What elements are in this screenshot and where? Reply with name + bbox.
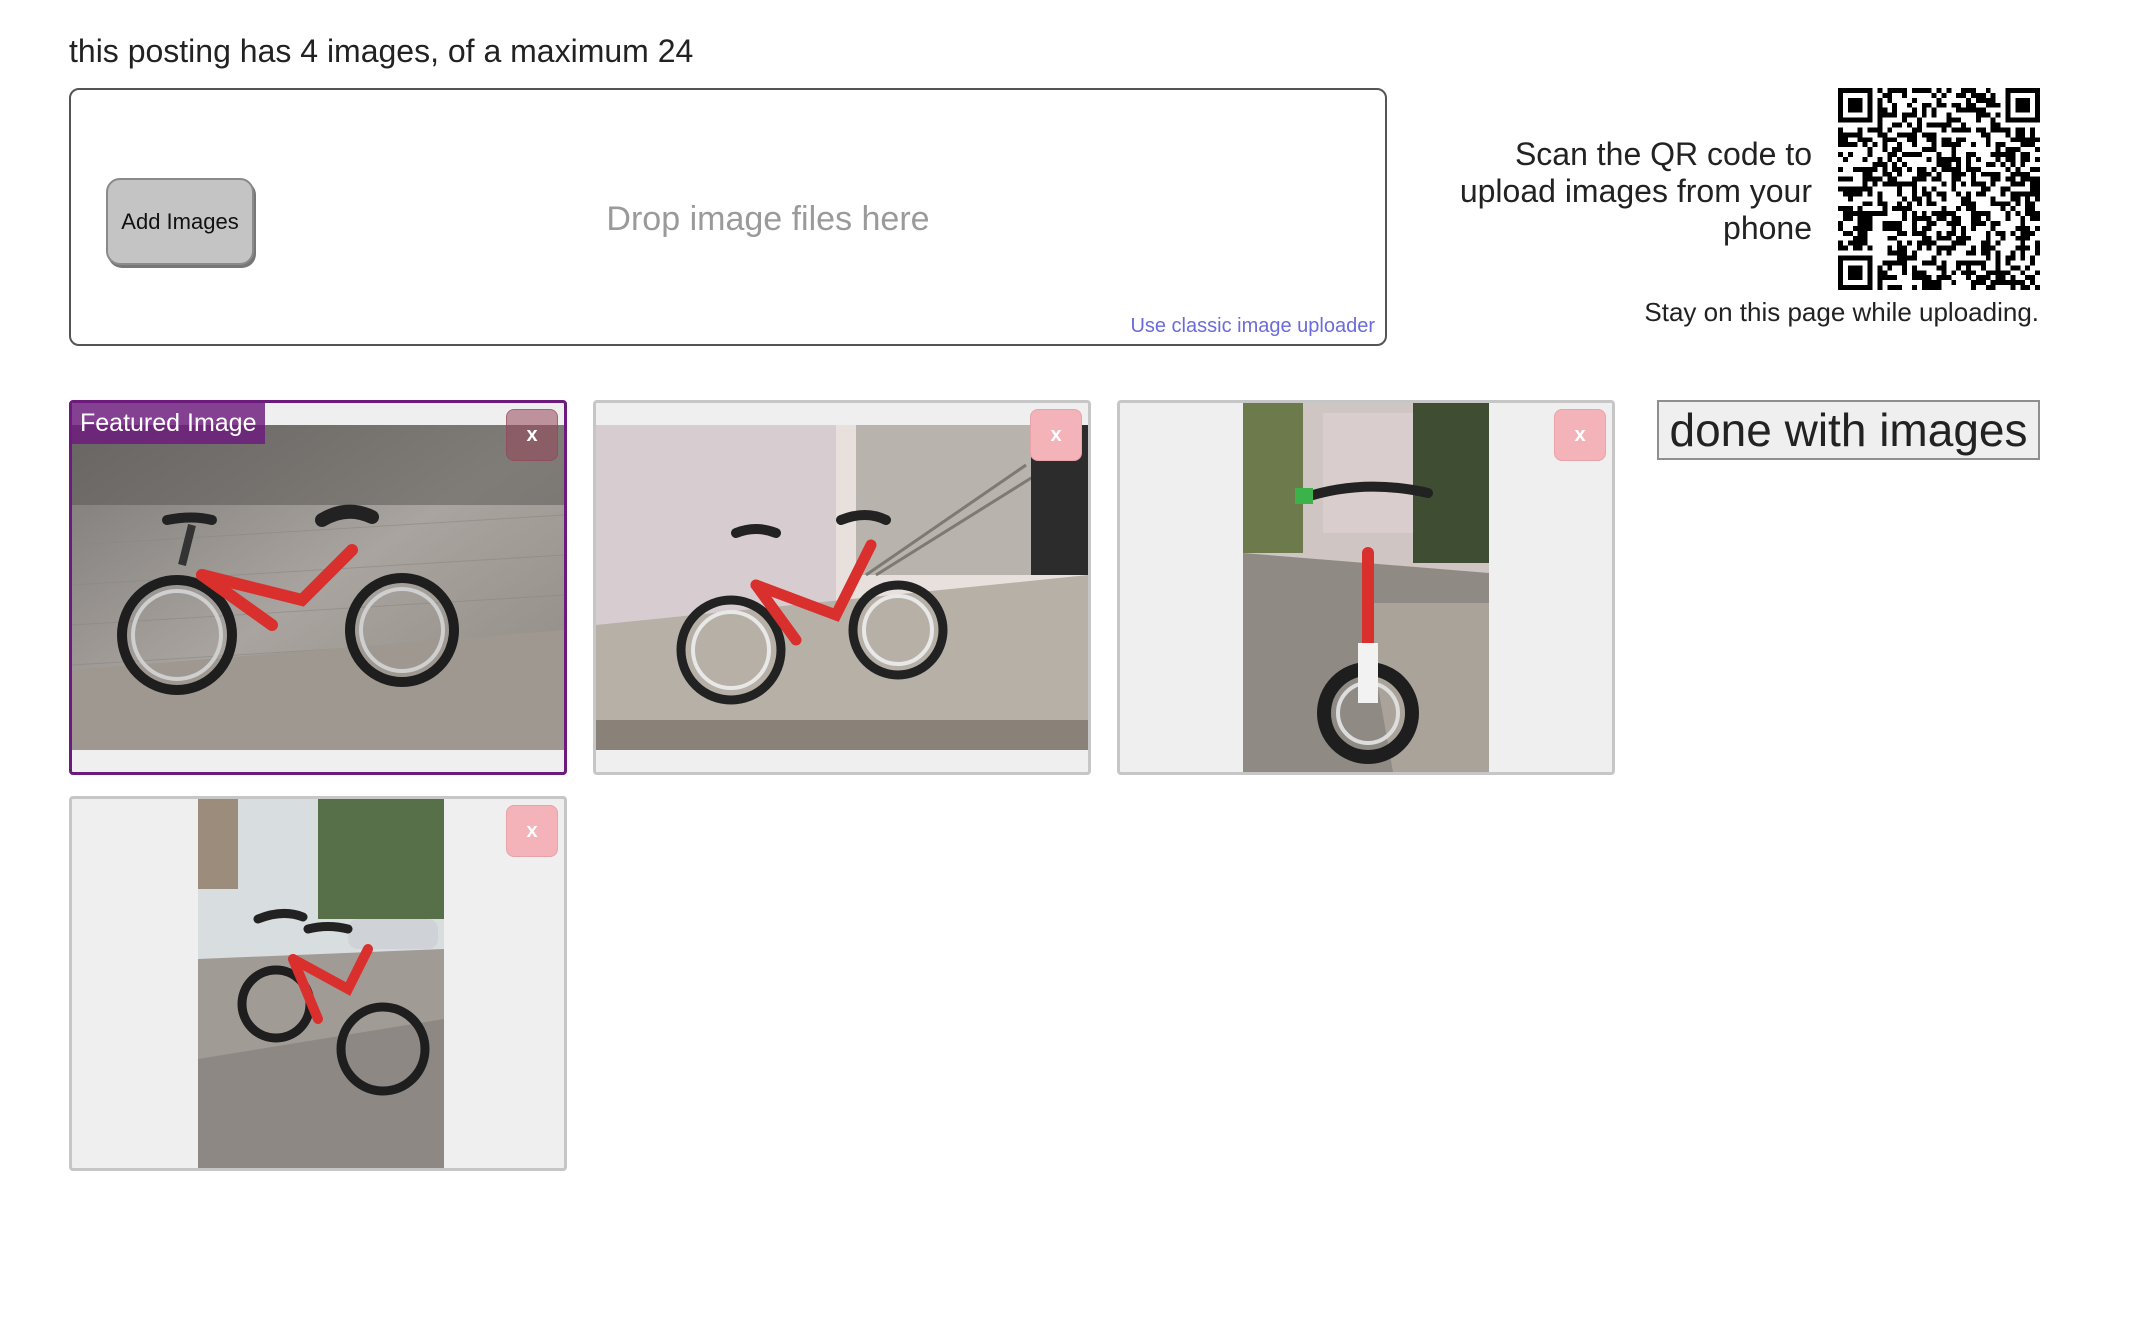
status-line: this posting has 4 images, of a maximum …	[69, 33, 694, 69]
qr-instructions: Scan the QR code to upload images from y…	[1459, 136, 1812, 246]
remove-image-button[interactable]: x	[506, 409, 558, 461]
qr-code	[1838, 88, 2040, 290]
remove-image-button[interactable]: x	[1030, 409, 1082, 461]
bike-photo	[198, 799, 444, 1168]
image-tile-1[interactable]: Featured Image x	[69, 400, 567, 775]
image-dropzone[interactable]: Add Images Drop image files here Use cla…	[69, 88, 1387, 346]
remove-image-button[interactable]: x	[506, 805, 558, 857]
done-with-images-button[interactable]: done with images	[1657, 400, 2040, 460]
stay-on-page-note: Stay on this page while uploading.	[1644, 297, 2039, 327]
bike-photo	[72, 425, 564, 750]
classic-uploader-link[interactable]: Use classic image uploader	[1130, 315, 1375, 338]
bike-photo	[596, 425, 1088, 750]
image-tile-3[interactable]: x	[1117, 400, 1615, 775]
drop-hint: Drop image files here	[606, 200, 930, 238]
bike-photo	[1243, 403, 1489, 772]
featured-image-badge: Featured Image	[72, 403, 265, 444]
image-tile-4[interactable]: x	[69, 796, 567, 1171]
image-tile-2[interactable]: x	[593, 400, 1091, 775]
remove-image-button[interactable]: x	[1554, 409, 1606, 461]
